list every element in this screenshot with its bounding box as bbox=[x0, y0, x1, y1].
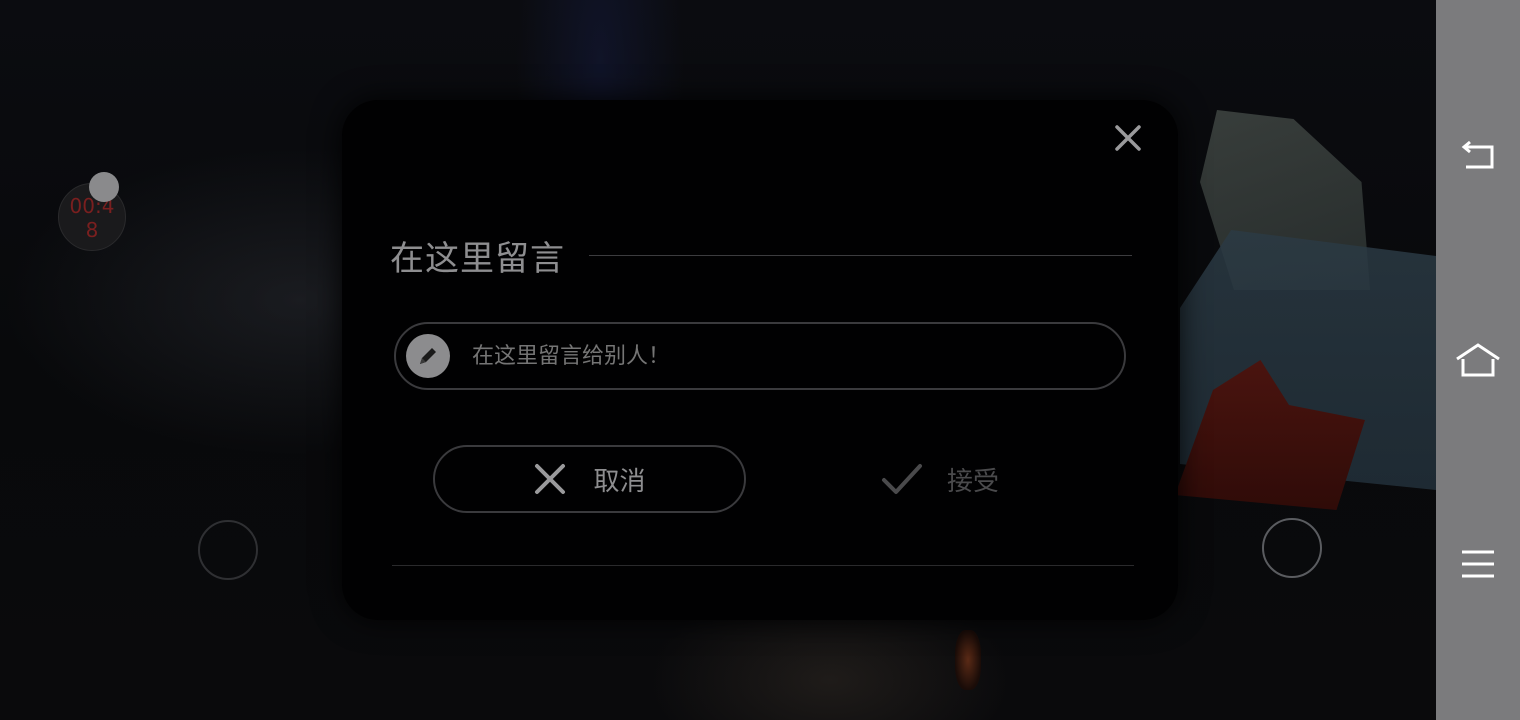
title-divider bbox=[589, 254, 1132, 256]
x-icon bbox=[535, 464, 566, 494]
nav-menu-button[interactable] bbox=[1436, 534, 1520, 594]
cancel-label: 取消 bbox=[593, 466, 646, 497]
timer-indicator-dot bbox=[89, 172, 119, 202]
dialog-title-row: 在这里留言 bbox=[390, 230, 1132, 280]
pencil-icon bbox=[406, 334, 450, 378]
message-input-container[interactable] bbox=[394, 322, 1126, 390]
accept-button[interactable]: 接受 bbox=[810, 445, 1070, 513]
close-icon bbox=[1115, 125, 1141, 151]
back-icon bbox=[1461, 140, 1494, 169]
right-action-button[interactable] bbox=[1262, 518, 1322, 578]
dialog-bottom-divider bbox=[392, 565, 1134, 566]
system-navigation-bar bbox=[1436, 0, 1520, 720]
message-input[interactable] bbox=[470, 342, 1074, 370]
cancel-button[interactable]: 取消 bbox=[433, 445, 746, 513]
nav-back-button[interactable] bbox=[1436, 126, 1520, 186]
home-icon bbox=[1456, 343, 1500, 377]
dialog-title: 在这里留言 bbox=[390, 238, 565, 279]
checkmark-icon bbox=[881, 464, 922, 494]
pencil-glyph bbox=[420, 348, 436, 364]
menu-icon bbox=[1462, 550, 1494, 578]
left-joystick[interactable] bbox=[198, 520, 258, 580]
close-button[interactable] bbox=[1110, 120, 1146, 156]
lantern-glow bbox=[955, 630, 981, 690]
accept-label: 接受 bbox=[946, 466, 999, 497]
nav-home-button[interactable] bbox=[1436, 330, 1520, 390]
